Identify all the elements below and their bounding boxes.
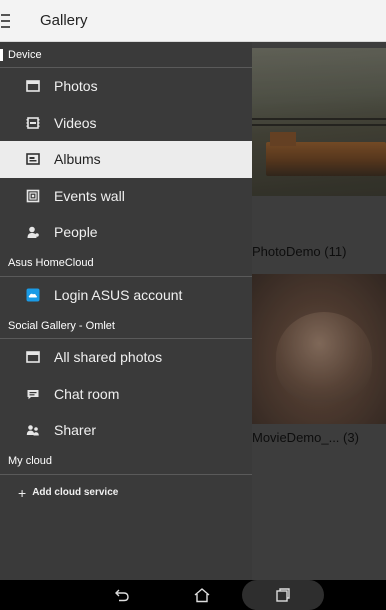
events-wall-icon [26,189,40,203]
add-cloud-service-button[interactable]: + Add cloud service [0,475,252,511]
section-header-my-cloud: My cloud [0,449,252,475]
home-icon[interactable] [180,580,224,610]
sharer-icon [26,423,40,437]
drawer-item-login-asus-account[interactable]: Login ASUS account [0,277,252,314]
people-icon [26,225,40,239]
app-bar: Gallery [0,0,386,42]
drawer-item-label: Login ASUS account [54,286,183,303]
section-header-asus-homecloud: Asus HomeCloud [0,251,252,277]
photos-icon [26,79,40,93]
drawer-item-label: Events wall [54,187,125,204]
back-icon[interactable] [100,580,144,610]
drawer-scrim[interactable] [252,42,386,580]
chat-icon [26,387,40,401]
drawer-item-label: Sharer [54,422,97,439]
hamburger-icon[interactable] [0,0,34,42]
system-nav-bar [0,580,386,610]
drawer-item-label: Photos [54,78,98,95]
asus-cloud-icon [26,288,40,302]
drawer-item-sharer[interactable]: Sharer [0,412,252,449]
app-title: Gallery [40,12,88,29]
screen: PhotoDemo (11) MovieDemo_... (3) Gallery… [0,0,386,610]
recent-apps-icon[interactable] [242,580,324,610]
drawer-item-videos[interactable]: Videos [0,105,252,142]
plus-icon: + [18,484,27,501]
albums-icon [26,152,40,166]
drawer-item-photos[interactable]: Photos [0,68,252,105]
drawer-item-label: People [54,224,98,241]
videos-icon [26,116,40,130]
section-header-social-gallery: Social Gallery - Omlet [0,313,252,339]
navigation-drawer: Device Photos Videos Albums Events wall [0,42,252,580]
add-cloud-service-label: Add cloud service [32,487,119,498]
drawer-item-label: Chat room [54,385,120,402]
drawer-item-events-wall[interactable]: Events wall [0,178,252,215]
section-header-device: Device [0,42,252,68]
drawer-item-all-shared-photos[interactable]: All shared photos [0,339,252,376]
drawer-item-label: All shared photos [54,349,163,366]
drawer-item-people[interactable]: People [0,214,252,251]
drawer-item-chat-room[interactable]: Chat room [0,376,252,413]
drawer-item-label: Albums [54,151,101,168]
drawer-item-label: Videos [54,114,97,131]
drawer-item-albums[interactable]: Albums [0,141,252,178]
shared-photos-icon [26,350,40,364]
